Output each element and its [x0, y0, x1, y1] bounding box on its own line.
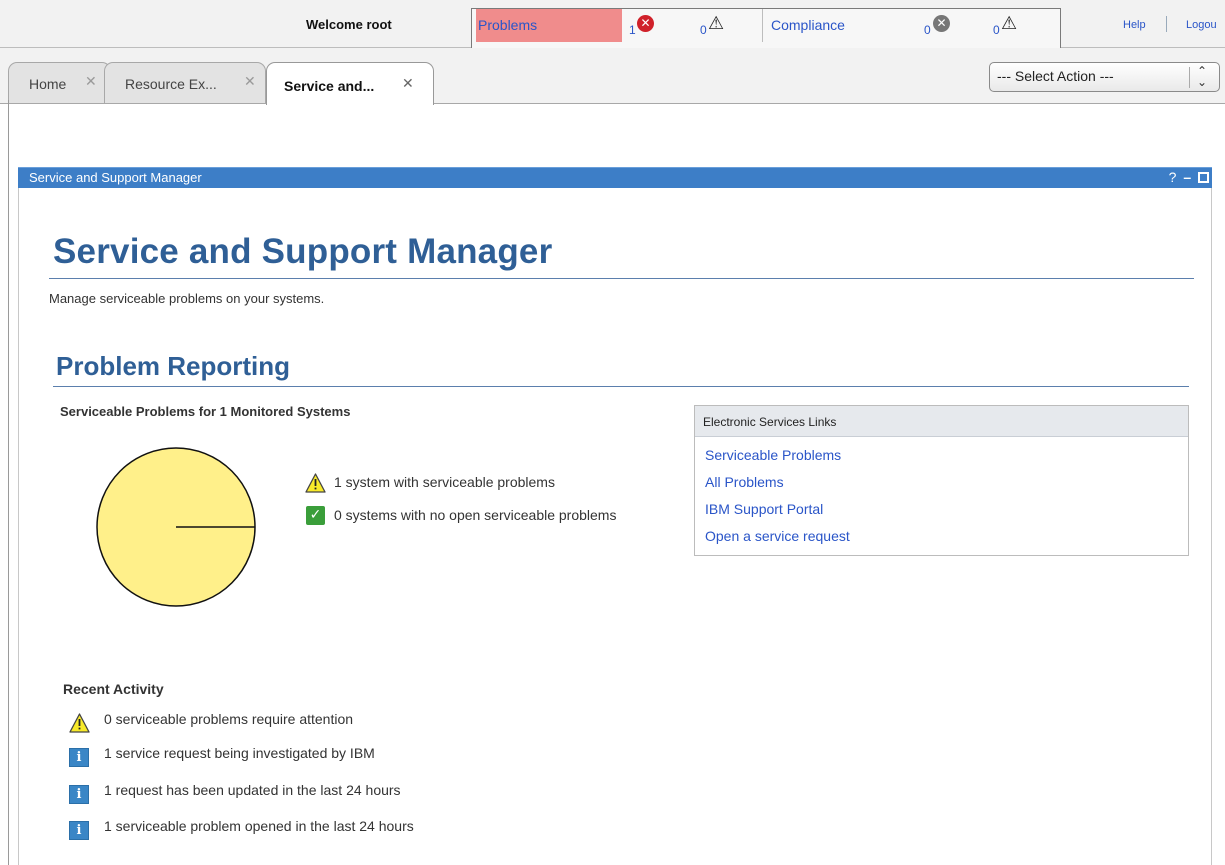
top-header: Welcome root Problems 1 ✕ 0 ⚠ Compliance…: [0, 0, 1225, 48]
portlet-title: Service and Support Manager: [29, 170, 202, 185]
chart-title: Serviceable Problems for 1 Monitored Sys…: [60, 404, 351, 419]
welcome-text: Welcome root: [306, 17, 392, 32]
tab-resource-explorer[interactable]: Resource Ex... ✕: [104, 62, 266, 103]
problems-warning-count[interactable]: 0: [700, 23, 707, 37]
tab-service-and-support[interactable]: Service and... ✕: [266, 62, 434, 105]
close-icon[interactable]: ✕: [85, 73, 97, 90]
section-rule: [53, 386, 1189, 387]
minimize-icon[interactable]: –: [1183, 169, 1191, 185]
maximize-icon[interactable]: [1198, 172, 1209, 183]
warning-icon: ⚠: [708, 13, 725, 34]
divider: [1189, 67, 1190, 88]
select-action-value: --- Select Action ---: [997, 68, 1114, 84]
info-icon: i: [69, 748, 89, 767]
problems-pie-chart: [96, 447, 256, 607]
recent-activity-title: Recent Activity: [63, 681, 164, 697]
ibm-support-portal-link[interactable]: IBM Support Portal: [705, 501, 823, 517]
help-link[interactable]: Help: [1123, 19, 1146, 31]
activity-text: 1 service request being investigated by …: [104, 745, 375, 761]
all-problems-link[interactable]: All Problems: [705, 474, 784, 490]
divider: [8, 100, 9, 865]
status-summary: Problems 1 ✕ 0 ⚠ Compliance 0 ✕ 0 ⚠: [471, 8, 1061, 48]
section-title: Problem Reporting: [56, 351, 291, 381]
electronic-services-links-panel: Electronic Services Links Serviceable Pr…: [694, 405, 1189, 556]
problems-error-count[interactable]: 1: [629, 23, 636, 37]
error-icon: ✕: [637, 15, 654, 32]
tab-label: Service and...: [284, 78, 375, 94]
logout-link[interactable]: Logou: [1186, 19, 1217, 31]
compliance-warning-count[interactable]: 0: [993, 23, 1000, 37]
divider: [1166, 16, 1167, 32]
check-icon: ✓: [306, 506, 325, 525]
divider: [762, 9, 763, 42]
portlet-controls: ? –: [1166, 169, 1209, 185]
close-icon[interactable]: ✕: [244, 73, 256, 90]
activity-text: 1 serviceable problem opened in the last…: [104, 818, 414, 834]
portlet-title-bar: Service and Support Manager ? –: [18, 167, 1212, 188]
warning-icon: [69, 713, 90, 733]
compliance-link[interactable]: Compliance: [771, 17, 845, 33]
problems-link[interactable]: Problems: [476, 9, 622, 42]
activity-text: 0 serviceable problems require attention: [104, 711, 354, 727]
links-panel-title: Electronic Services Links: [695, 406, 1188, 437]
legend-text: 0 systems with no open serviceable probl…: [334, 507, 617, 523]
error-icon: ✕: [933, 15, 950, 32]
open-service-request-link[interactable]: Open a service request: [705, 528, 850, 544]
tab-label: Resource Ex...: [125, 76, 217, 92]
help-icon[interactable]: ?: [1169, 169, 1177, 185]
tab-home[interactable]: Home ✕: [8, 62, 111, 103]
warning-icon: [305, 473, 326, 493]
close-icon[interactable]: ✕: [402, 75, 414, 92]
page-title: Service and Support Manager: [53, 232, 553, 271]
serviceable-problems-link[interactable]: Serviceable Problems: [705, 447, 841, 463]
tab-label: Home: [29, 76, 67, 92]
title-rule: [49, 278, 1194, 279]
activity-text: 1 request has been updated in the last 2…: [104, 782, 401, 798]
info-icon: i: [69, 821, 89, 840]
select-action-dropdown[interactable]: --- Select Action --- ⌃ ⌄: [989, 62, 1220, 92]
page-description: Manage serviceable problems on your syst…: [49, 291, 325, 306]
info-icon: i: [69, 785, 89, 804]
warning-icon: ⚠: [1001, 13, 1018, 34]
chevron-updown-icon: ⌃ ⌄: [1197, 64, 1208, 89]
compliance-error-count[interactable]: 0: [924, 23, 931, 37]
legend-text: 1 system with serviceable problems: [334, 474, 555, 490]
